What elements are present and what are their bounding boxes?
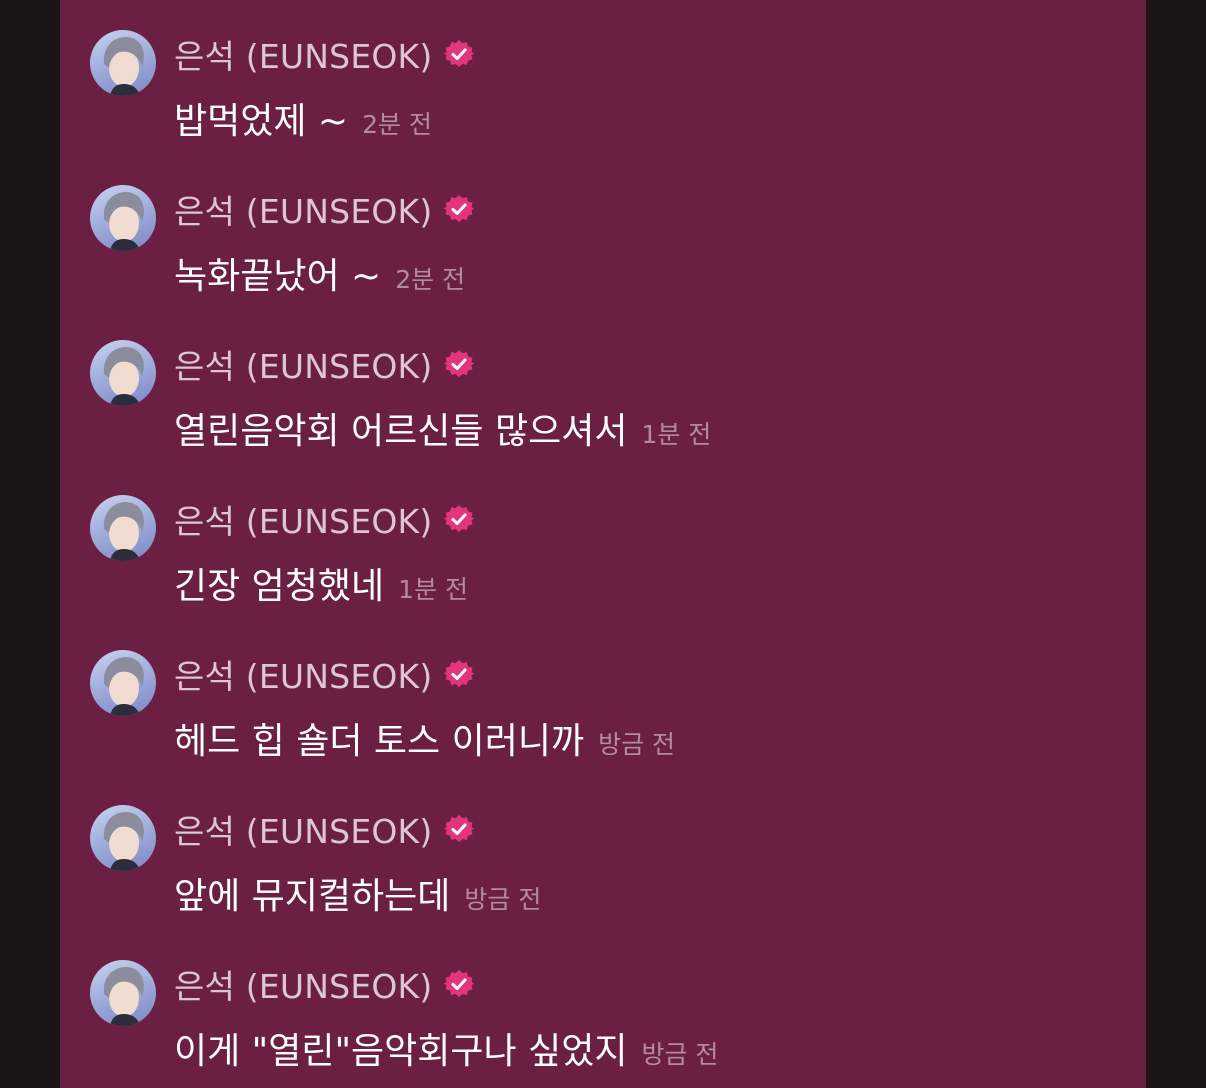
avatar-portrait-icon <box>103 657 144 716</box>
message-timestamp: 방금 전 <box>641 1040 719 1069</box>
author-name[interactable]: 은석 (EUNSEOK) <box>174 30 432 78</box>
chat-message: 은석 (EUNSEOK) 이게 "열린"음악회구나 싶었지 방금 전 <box>60 960 1146 1088</box>
avatar-portrait-icon <box>103 192 144 251</box>
avatar[interactable] <box>90 495 156 561</box>
avatar-portrait-icon <box>103 502 144 561</box>
verified-badge-icon <box>444 504 475 533</box>
chat-message: 은석 (EUNSEOK) 헤드 힙 숄더 토스 이러니까 방금 전 <box>60 650 1146 800</box>
avatar[interactable] <box>90 805 156 871</box>
left-backdrop <box>0 0 60 1088</box>
avatar[interactable] <box>90 650 156 716</box>
avatar[interactable] <box>90 185 156 251</box>
avatar-portrait-icon <box>103 37 144 96</box>
message-text: 앞에 뮤지컬하는데 <box>174 876 451 917</box>
author-name[interactable]: 은석 (EUNSEOK) <box>174 495 432 543</box>
message-timestamp: 2분 전 <box>362 110 432 139</box>
verified-badge-icon <box>444 194 475 223</box>
verified-badge-icon <box>444 39 475 68</box>
message-text: 이게 "열린"음악회구나 싶었지 <box>174 1031 628 1072</box>
verified-badge-icon <box>444 814 475 843</box>
author-name[interactable]: 은석 (EUNSEOK) <box>174 340 432 388</box>
chat-message: 은석 (EUNSEOK) 밥먹었제 ~ 2분 전 <box>60 30 1146 180</box>
right-backdrop <box>1146 0 1206 1088</box>
avatar-portrait-icon <box>103 812 144 871</box>
message-timestamp: 방금 전 <box>464 885 542 914</box>
author-name[interactable]: 은석 (EUNSEOK) <box>174 805 432 853</box>
chat-message: 은석 (EUNSEOK) 열린음악회 어르신들 많으셔서 1분 전 <box>60 340 1146 490</box>
avatar[interactable] <box>90 340 156 406</box>
verified-badge-icon <box>444 349 475 378</box>
message-timestamp: 1분 전 <box>641 420 712 449</box>
author-name[interactable]: 은석 (EUNSEOK) <box>174 185 432 233</box>
message-timestamp: 1분 전 <box>398 575 469 604</box>
chat-message: 은석 (EUNSEOK) 긴장 엄청했네 1분 전 <box>60 495 1146 645</box>
message-text: 열린음악회 어르신들 많으셔서 <box>174 411 628 452</box>
verified-badge-icon <box>444 969 475 998</box>
message-timestamp: 방금 전 <box>598 730 676 759</box>
message-text: 녹화끝났어 ~ <box>174 256 382 297</box>
chat-message: 은석 (EUNSEOK) 녹화끝났어 ~ 2분 전 <box>60 185 1146 335</box>
message-timestamp: 2분 전 <box>395 265 466 294</box>
chat-message: 은석 (EUNSEOK) 앞에 뮤지컬하는데 방금 전 <box>60 805 1146 955</box>
message-text: 헤드 힙 숄더 토스 이러니까 <box>174 721 585 762</box>
author-name[interactable]: 은석 (EUNSEOK) <box>174 650 432 698</box>
avatar-portrait-icon <box>103 967 144 1026</box>
avatar[interactable] <box>90 960 156 1026</box>
author-name[interactable]: 은석 (EUNSEOK) <box>174 960 432 1008</box>
chat-panel[interactable]: 은석 (EUNSEOK) 밥먹었제 ~ 2분 전 은석 (EUNSEOK) 녹화… <box>60 0 1146 1088</box>
message-text: 밥먹었제 ~ <box>174 101 349 142</box>
avatar[interactable] <box>90 30 156 96</box>
verified-badge-icon <box>444 659 475 688</box>
message-text: 긴장 엄청했네 <box>174 566 385 607</box>
avatar-portrait-icon <box>103 347 144 406</box>
